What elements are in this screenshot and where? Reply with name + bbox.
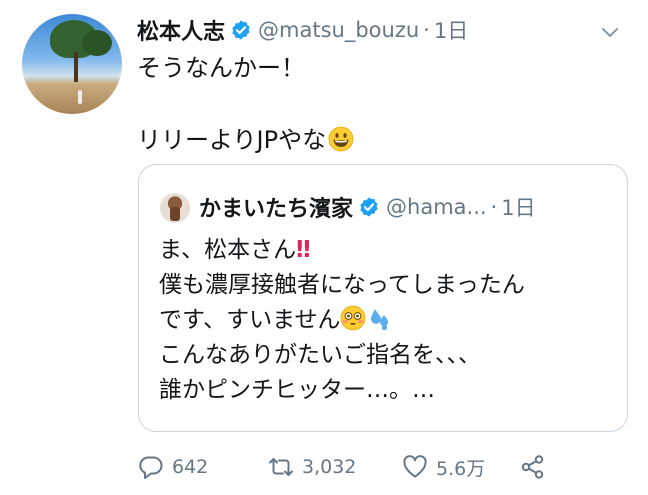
reply-icon: [139, 456, 163, 479]
tweet-header: 松本人志 @matsu_bouzu · 1日: [137, 14, 468, 46]
sweat-droplets-emoji: [371, 309, 389, 331]
flushed-face-emoji: [341, 305, 366, 331]
grinning-face-emoji: [328, 126, 354, 152]
quoted-text-line-1: ま、松本さん: [159, 237, 297, 263]
quoted-text-line-3: です、すいません: [159, 307, 341, 333]
tweet-timestamp[interactable]: 1日: [434, 15, 468, 45]
quoted-author-avatar[interactable]: [160, 193, 190, 223]
tweet-text-line-content: リリーよりJPやな: [137, 126, 327, 154]
avatar-person: [78, 90, 82, 104]
quoted-header-separator: ·: [490, 195, 498, 219]
author-avatar[interactable]: [22, 14, 122, 114]
quoted-author-handle: @hama...: [386, 195, 487, 219]
verified-badge-icon: [232, 20, 250, 40]
tweet-text-line: リリーよりJPやな: [137, 122, 354, 158]
quoted-text-line-2: 僕も濃厚接触者になってしまったん: [159, 272, 525, 298]
avatar-tree-trunk: [74, 52, 78, 82]
retweet-icon: [269, 458, 293, 476]
like-button[interactable]: 5.6万: [402, 454, 520, 481]
tweet-text: そうなんかー！ リリーよりJPやな: [137, 50, 354, 158]
tweet-action-bar: 642 3,032 5.6万: [138, 451, 546, 483]
verified-badge-icon: [360, 197, 378, 217]
quoted-tweet-card[interactable]: かまいたち濱家 @hama... · 1日 ま、松本さん‼ 僕も濃厚接触者になっ…: [138, 164, 628, 432]
header-separator: ·: [423, 18, 430, 42]
reply-button[interactable]: 642: [138, 454, 268, 480]
author-handle[interactable]: @matsu_bouzu: [258, 18, 419, 42]
double-exclamation-emoji: ‼: [296, 237, 310, 263]
tweet-text-line: そうなんかー！: [137, 54, 305, 82]
share-button[interactable]: [520, 454, 546, 480]
retweet-count: 3,032: [302, 456, 357, 478]
quoted-author-name: かまいたち濱家: [199, 197, 354, 222]
avatar-tree-2: [82, 30, 112, 56]
chevron-down-icon[interactable]: [598, 20, 622, 44]
like-count: 5.6万: [436, 457, 486, 480]
reply-count: 642: [172, 456, 209, 478]
quoted-text-line-5: 誰かピンチヒッター…。…: [159, 377, 435, 403]
quoted-text-line: です、すいません: [159, 303, 525, 338]
quoted-tweet-text: ま、松本さん‼ 僕も濃厚接触者になってしまったん です、すいません こんなありが…: [159, 233, 525, 408]
quoted-tweet-timestamp: 1日: [501, 196, 536, 220]
quoted-text-line-4: こんなありがたいご指名を、、、: [159, 342, 481, 368]
quoted-tweet-header: かまいたち濱家 @hama... · 1日: [199, 190, 536, 224]
share-icon: [521, 455, 544, 479]
quoted-text-line: ま、松本さん‼: [159, 233, 525, 268]
tweet-text-line: [137, 86, 354, 122]
retweet-button[interactable]: 3,032: [268, 454, 402, 480]
author-name[interactable]: 松本人志: [137, 14, 225, 46]
like-icon: [403, 455, 427, 478]
